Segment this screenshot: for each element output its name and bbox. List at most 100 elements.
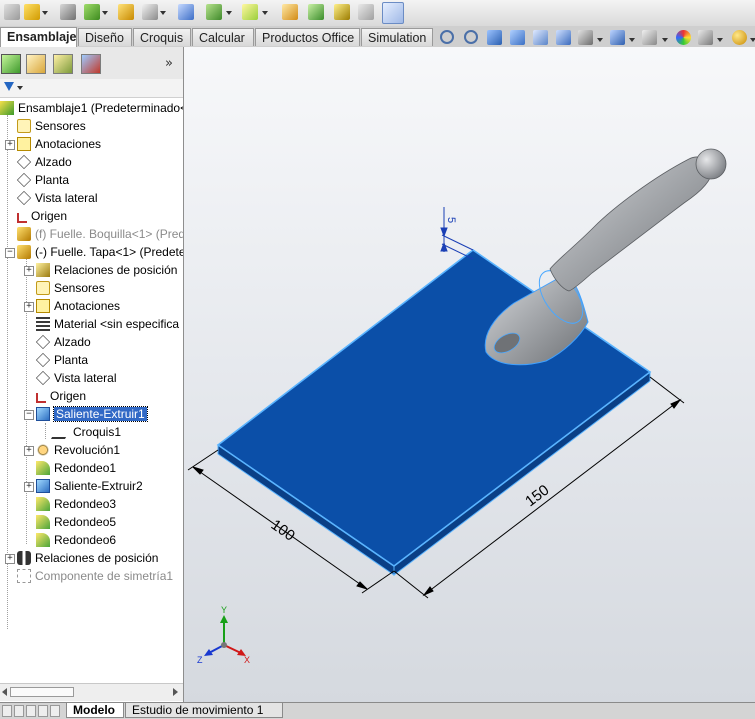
tree-item[interactable]: Vista lateral — [35, 369, 116, 387]
filter-icon[interactable] — [4, 82, 14, 91]
move-component-icon[interactable] — [142, 4, 158, 20]
chevron-down-icon[interactable] — [226, 11, 232, 15]
scroll-thumb[interactable] — [10, 687, 74, 697]
tab-croquis[interactable]: Croquis — [133, 28, 191, 46]
tree-expander-icon[interactable]: + — [5, 554, 15, 564]
dynamic-annotation-icon[interactable] — [533, 30, 548, 45]
previous-tab-icon[interactable] — [14, 705, 24, 717]
reference-geometry-icon[interactable] — [242, 4, 258, 20]
tree-item[interactable]: Revolución1 — [36, 441, 120, 459]
tree-item[interactable]: Anotaciones — [36, 297, 120, 315]
tree-item[interactable]: Relaciones de posición — [17, 549, 158, 567]
tree-item[interactable]: Anotaciones — [17, 135, 101, 153]
tree-item[interactable]: Alzado — [16, 153, 72, 171]
tree-expander-icon[interactable]: − — [24, 410, 34, 420]
chevron-down-icon[interactable] — [160, 11, 166, 15]
dimension-length-label[interactable]: 150 — [522, 482, 552, 511]
chevron-down-icon[interactable] — [629, 38, 635, 42]
tree-item[interactable]: Componente de simetría1 — [17, 567, 173, 585]
tree-item[interactable]: Saliente-Extruir1 — [36, 405, 148, 423]
next-tab-icon[interactable] — [26, 705, 36, 717]
chevron-down-icon[interactable] — [102, 11, 108, 15]
assembly-features-icon[interactable] — [206, 4, 222, 20]
tree-item[interactable]: Sensores — [17, 117, 86, 135]
bill-of-materials-icon[interactable] — [308, 4, 324, 20]
chevron-down-icon[interactable] — [717, 38, 723, 42]
apply-scene-icon[interactable] — [676, 30, 691, 45]
tree-expander-icon[interactable]: + — [24, 446, 34, 456]
configuration-manager-tab-icon[interactable] — [53, 54, 73, 74]
model-view[interactable]: 100 150 5 Y X Z — [184, 47, 755, 702]
dimension-thickness[interactable] — [440, 207, 474, 260]
tab-estudio-movimiento-1[interactable]: Estudio de movimiento 1 — [125, 703, 283, 718]
scroll-right-icon[interactable] — [173, 688, 178, 696]
tree-item[interactable]: Alzado — [35, 333, 91, 351]
tree-item[interactable]: Sensores — [36, 279, 105, 297]
property-manager-tab-icon[interactable] — [26, 54, 46, 74]
plate-top-face[interactable] — [216, 249, 652, 567]
instant3d-icon[interactable] — [382, 2, 404, 24]
section-view-icon[interactable] — [510, 30, 525, 45]
view-settings-icon[interactable] — [698, 30, 713, 45]
tab-scroll-icon[interactable] — [50, 705, 60, 717]
handle-shaft[interactable] — [549, 156, 713, 292]
tab-simulation[interactable]: Simulation — [361, 28, 433, 46]
mate-icon[interactable] — [60, 4, 76, 20]
new-component-icon[interactable] — [4, 4, 20, 20]
feature-manager-tab-icon[interactable] — [1, 54, 21, 74]
tree-item[interactable]: Planta — [16, 171, 69, 189]
tree-item[interactable]: Redondeo3 — [36, 495, 116, 513]
exploded-view-icon[interactable] — [334, 4, 350, 20]
dimension-thickness-label[interactable]: 5 — [445, 217, 457, 223]
show-hidden-components-icon[interactable] — [178, 4, 194, 20]
tree-item[interactable]: Material <sin especifica — [36, 315, 179, 333]
tree-item[interactable]: Redondeo1 — [36, 459, 116, 477]
edit-appearance-icon[interactable] — [642, 30, 657, 45]
dimension-width-label[interactable]: 100 — [268, 516, 298, 544]
chevron-down-icon[interactable] — [597, 38, 603, 42]
hide-show-items-icon[interactable] — [610, 30, 625, 45]
first-tab-icon[interactable] — [2, 705, 12, 717]
smart-fasteners-icon[interactable] — [118, 4, 134, 20]
tab-diseno[interactable]: Diseño — [78, 28, 132, 46]
chevron-down-icon[interactable] — [262, 11, 268, 15]
chevron-down-icon[interactable] — [750, 38, 755, 42]
tab-calcular[interactable]: Calcular — [192, 28, 254, 46]
panel-horizontal-scrollbar[interactable] — [0, 683, 183, 701]
tree-item[interactable]: Vista lateral — [16, 189, 97, 207]
insert-component-icon[interactable] — [24, 4, 40, 20]
tree-expander-icon[interactable]: + — [5, 140, 15, 150]
last-tab-icon[interactable] — [38, 705, 48, 717]
chevron-down-icon[interactable] — [42, 11, 48, 15]
tree-item[interactable]: Origen — [17, 207, 67, 225]
linear-pattern-icon[interactable] — [84, 4, 100, 20]
tree-expander-icon[interactable]: + — [24, 302, 34, 312]
realview-icon[interactable] — [732, 30, 747, 45]
tree-item[interactable]: (f) Fuelle. Boquilla<1> (Pred — [17, 225, 183, 243]
tab-productos-office[interactable]: Productos Office — [255, 28, 360, 46]
chevron-down-icon[interactable] — [662, 38, 668, 42]
tree-filter[interactable] — [0, 79, 183, 98]
tab-modelo[interactable]: Modelo — [66, 703, 124, 718]
tree-item[interactable]: Croquis1 — [50, 423, 121, 441]
new-motion-study-icon[interactable] — [282, 4, 298, 20]
zoom-to-area-icon[interactable] — [464, 30, 478, 44]
tab-ensamblaje[interactable]: Ensamblaje — [0, 27, 77, 47]
tree-item[interactable]: Planta — [35, 351, 88, 369]
tree-item[interactable]: (-) Fuelle. Tapa<1> (Predete — [17, 243, 183, 261]
zoom-to-fit-icon[interactable] — [440, 30, 454, 44]
tree-expander-icon[interactable]: + — [24, 266, 34, 276]
chevron-down-icon[interactable] — [17, 86, 23, 90]
display-manager-tab-icon[interactable] — [81, 54, 101, 74]
tree-expander-icon[interactable]: − — [5, 248, 15, 258]
tree-item[interactable]: Origen — [36, 387, 86, 405]
expand-panel-icon[interactable]: » — [165, 56, 173, 71]
tree-item[interactable]: Ensamblaje1 (Predeterminado< — [0, 99, 183, 117]
handle-knob[interactable] — [695, 148, 727, 180]
view-orientation-icon[interactable] — [556, 30, 571, 45]
graphics-area[interactable]: 100 150 5 Y X Z — [184, 47, 755, 702]
tree-item[interactable]: Saliente-Extruir2 — [36, 477, 143, 495]
tree-item[interactable]: Redondeo6 — [36, 531, 116, 549]
scroll-left-icon[interactable] — [2, 688, 7, 696]
previous-view-icon[interactable] — [487, 30, 502, 45]
